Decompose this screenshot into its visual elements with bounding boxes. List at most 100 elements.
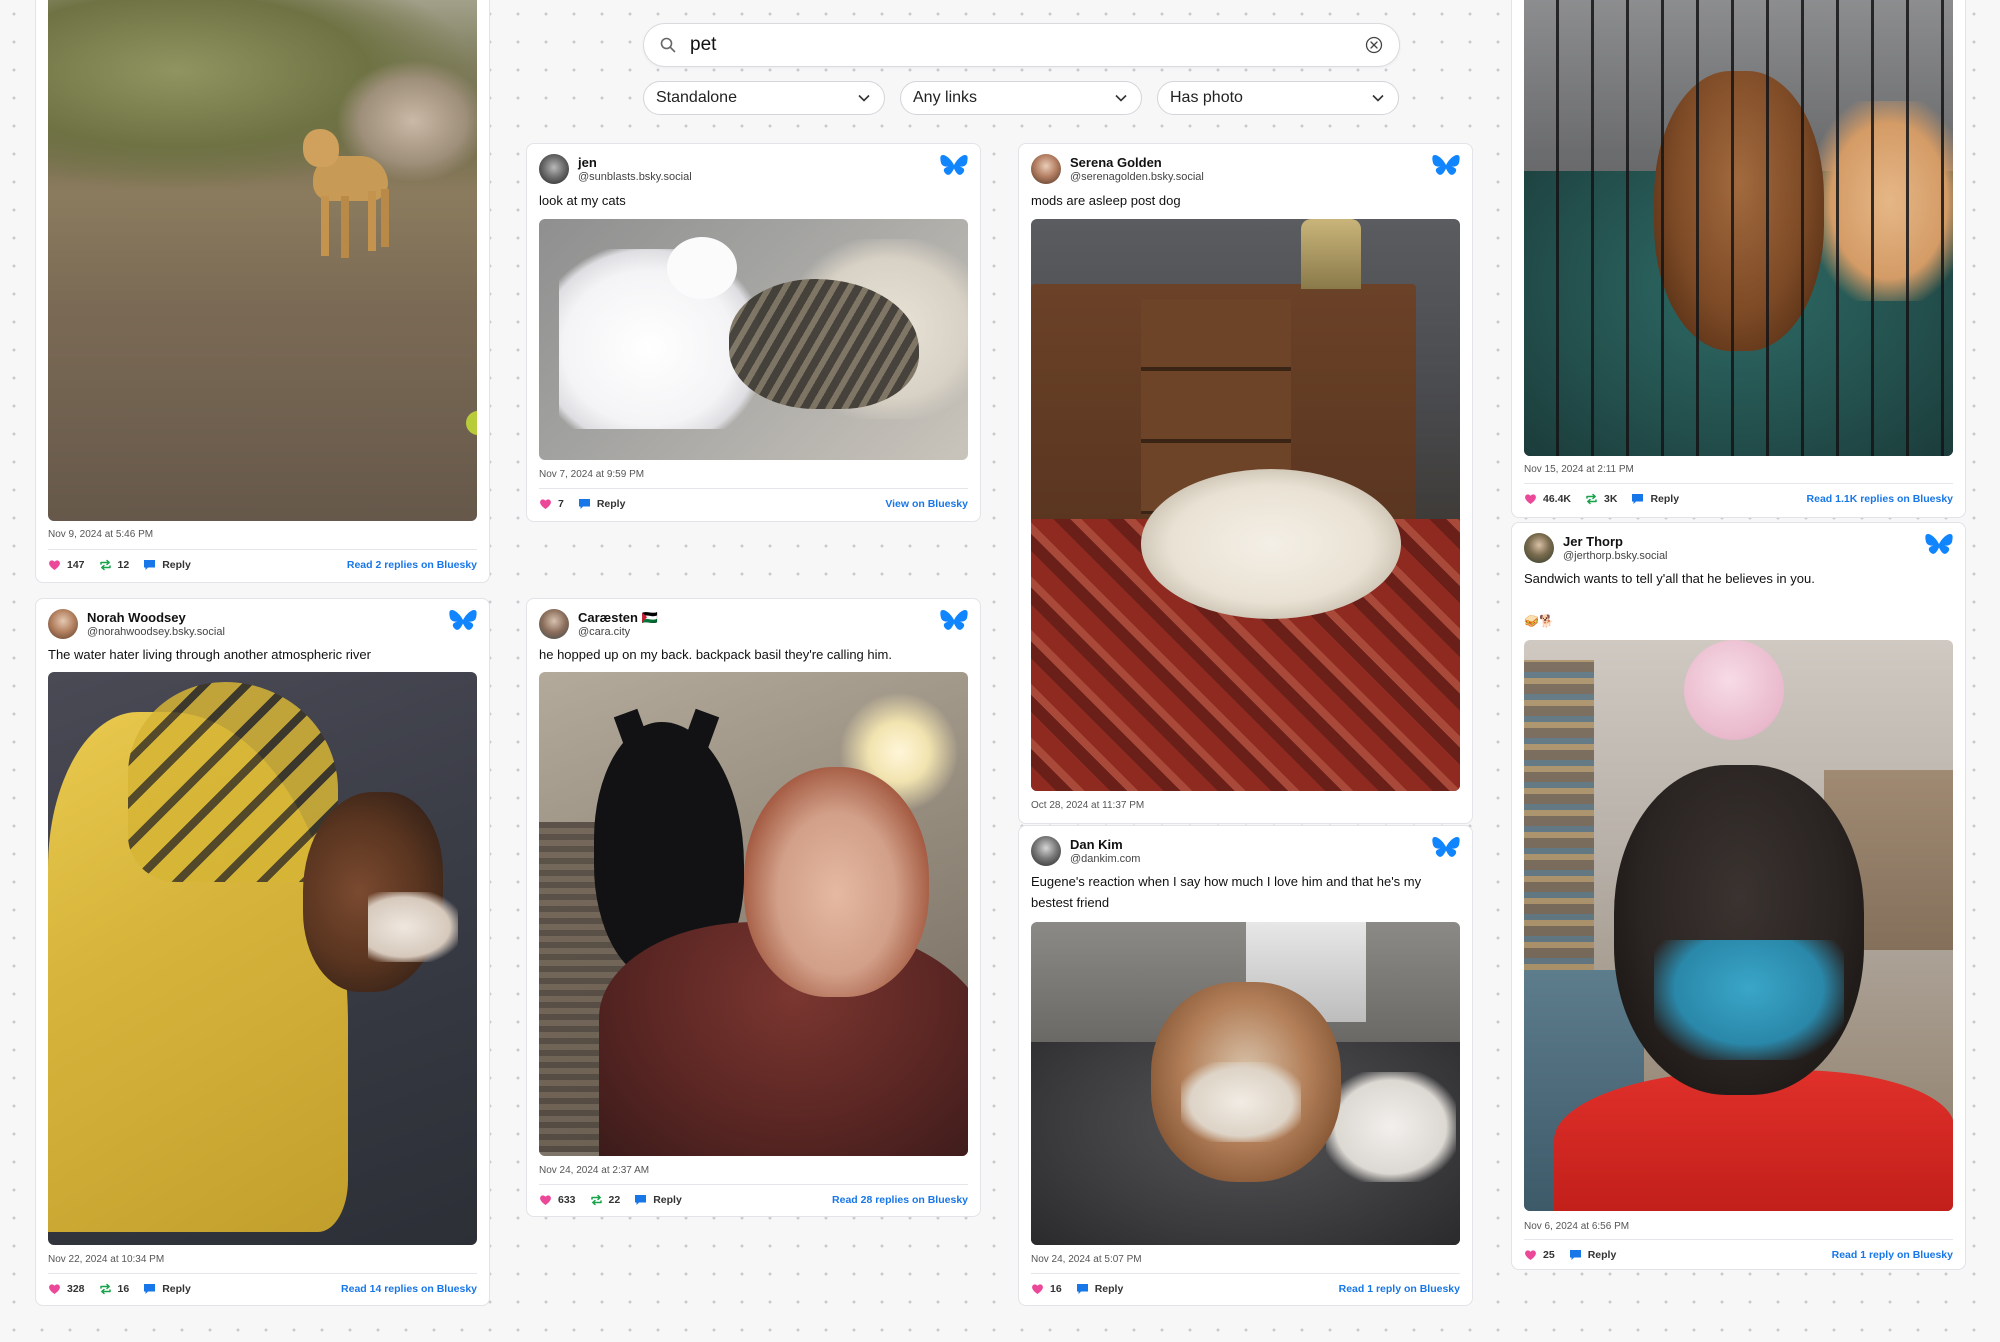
bluesky-butterfly-icon[interactable] — [940, 609, 968, 634]
post-photo[interactable] — [539, 219, 968, 460]
filter-select-links[interactable]: Any links — [900, 81, 1142, 115]
like-count: 328 — [67, 1283, 85, 1295]
reply-button[interactable]: Reply — [1076, 1283, 1123, 1295]
post-card[interactable]: jen @sunblasts.bsky.social look at my ca… — [526, 143, 981, 522]
author-handle[interactable]: @jerthorp.bsky.social — [1563, 549, 1668, 563]
reply-button[interactable]: Reply — [578, 498, 625, 510]
author-name[interactable]: Jer Thorp — [1563, 534, 1668, 549]
post-text: Eugene's reaction when I say how much I … — [1031, 874, 1422, 910]
reply-button[interactable]: Reply — [143, 1283, 191, 1295]
reply-label: Reply — [162, 559, 191, 571]
author-handle[interactable]: @cara.city — [578, 625, 658, 639]
repost-button[interactable]: 16 — [99, 1283, 130, 1295]
bluesky-butterfly-icon[interactable] — [940, 154, 968, 179]
avatar[interactable] — [1524, 533, 1554, 563]
avatar[interactable] — [48, 609, 78, 639]
post-card[interactable]: Jer Thorp @jerthorp.bsky.social Sandwich… — [1511, 522, 1966, 1270]
bluesky-butterfly-icon[interactable] — [1432, 154, 1460, 179]
search-input[interactable]: pet — [690, 34, 1365, 56]
reply-bubble-icon — [144, 1284, 156, 1294]
reply-bubble-icon — [1076, 1284, 1088, 1294]
like-count: 25 — [1543, 1249, 1555, 1261]
search-bar[interactable]: pet — [643, 23, 1400, 67]
repost-icon — [1586, 493, 1597, 505]
post-card[interactable]: Caræsten 🇵🇸 @cara.city he hopped up on m… — [526, 598, 981, 1217]
author-name[interactable]: Dan Kim — [1070, 837, 1140, 852]
avatar[interactable] — [539, 154, 569, 184]
read-replies-link[interactable]: Read 2 replies on Bluesky — [347, 559, 477, 571]
post-photo[interactable] — [1031, 922, 1460, 1245]
post-emoji: 🥪🐕 — [1524, 614, 1554, 628]
like-button[interactable]: 147 — [48, 559, 85, 571]
heart-icon — [49, 1284, 60, 1294]
like-count: 147 — [67, 559, 85, 571]
author-handle[interactable]: @sunblasts.bsky.social — [578, 170, 692, 184]
post-text: look at my cats — [539, 193, 626, 208]
repost-count: 12 — [117, 559, 130, 571]
post-timestamp: Nov 24, 2024 at 5:07 PM — [1031, 1254, 1142, 1265]
post-card[interactable]: Serena Golden @serenagolden.bsky.social … — [1018, 143, 1473, 824]
read-replies-link[interactable]: Read 28 replies on Bluesky — [832, 1194, 968, 1206]
repost-count: 22 — [608, 1194, 621, 1206]
view-on-bluesky-link[interactable]: View on Bluesky — [885, 498, 968, 510]
reply-bubble-icon — [1569, 1250, 1581, 1260]
post-photo[interactable] — [539, 672, 968, 1156]
post-card[interactable]: Norah Woodsey @norahwoodsey.bsky.social … — [35, 598, 490, 1306]
repost-count: 3K — [1604, 493, 1618, 505]
avatar[interactable] — [539, 609, 569, 639]
bluesky-butterfly-icon[interactable] — [1925, 533, 1953, 558]
read-replies-link[interactable]: Read 1.1K replies on Bluesky — [1807, 493, 1953, 505]
repost-button[interactable]: 12 — [99, 559, 130, 571]
author-name[interactable]: Serena Golden — [1070, 155, 1204, 170]
like-button[interactable]: 633 — [539, 1194, 576, 1206]
post-card[interactable]: Nov 9, 2024 at 5:46 PM 147 12 Reply Read… — [35, 0, 490, 583]
post-timestamp: Nov 22, 2024 at 10:34 PM — [48, 1254, 165, 1265]
author-handle[interactable]: @serenagolden.bsky.social — [1070, 170, 1204, 184]
repost-icon — [590, 1194, 602, 1206]
reply-bubble-icon — [144, 560, 156, 570]
post-photo[interactable] — [1031, 219, 1460, 791]
avatar[interactable] — [1031, 836, 1061, 866]
read-replies-link[interactable]: Read 14 replies on Bluesky — [341, 1283, 477, 1295]
post-photo[interactable] — [48, 0, 477, 521]
like-count: 7 — [558, 498, 564, 510]
post-card[interactable]: Nov 15, 2024 at 2:11 PM 46.4K 3K Reply R… — [1511, 0, 1966, 518]
post-photo[interactable] — [1524, 0, 1953, 456]
reply-button[interactable]: Reply — [1631, 493, 1679, 505]
post-photo[interactable] — [48, 672, 477, 1245]
read-replies-link[interactable]: Read 1 reply on Bluesky — [1339, 1283, 1460, 1295]
chevron-down-icon — [1372, 89, 1384, 107]
reply-bubble-icon — [635, 1195, 647, 1205]
reply-label: Reply — [1650, 493, 1680, 505]
like-button[interactable]: 7 — [539, 498, 564, 510]
author-name[interactable]: jen — [578, 155, 692, 170]
like-button[interactable]: 46.4K — [1524, 493, 1571, 505]
filter-label: Standalone — [656, 89, 737, 106]
repost-icon — [99, 1283, 111, 1295]
repost-button[interactable]: 22 — [590, 1194, 621, 1206]
heart-icon — [540, 499, 551, 509]
like-button[interactable]: 328 — [48, 1283, 85, 1295]
reply-button[interactable]: Reply — [1569, 1249, 1616, 1261]
repost-count: 16 — [117, 1283, 130, 1295]
post-card[interactable]: Dan Kim @dankim.com Eugene's reaction wh… — [1018, 825, 1473, 1306]
bluesky-butterfly-icon[interactable] — [1432, 836, 1460, 861]
post-photo[interactable] — [1524, 640, 1953, 1211]
reply-label: Reply — [653, 1194, 682, 1206]
reply-button[interactable]: Reply — [143, 559, 191, 571]
read-replies-link[interactable]: Read 1 reply on Bluesky — [1832, 1249, 1953, 1261]
bluesky-butterfly-icon[interactable] — [449, 609, 477, 634]
avatar[interactable] — [1031, 154, 1061, 184]
like-button[interactable]: 16 — [1031, 1283, 1062, 1295]
author-handle[interactable]: @dankim.com — [1070, 852, 1140, 866]
reply-button[interactable]: Reply — [634, 1194, 682, 1206]
author-name[interactable]: Norah Woodsey — [87, 610, 225, 625]
repost-button[interactable]: 3K — [1585, 493, 1617, 505]
like-button[interactable]: 25 — [1524, 1249, 1555, 1261]
author-name[interactable]: Caræsten 🇵🇸 — [578, 610, 658, 625]
clear-icon[interactable] — [1365, 36, 1383, 54]
author-handle[interactable]: @norahwoodsey.bsky.social — [87, 625, 225, 639]
filter-select-post-type[interactable]: Standalone — [643, 81, 885, 115]
filter-select-media[interactable]: Has photo — [1157, 81, 1399, 115]
reply-bubble-icon — [1632, 494, 1644, 504]
